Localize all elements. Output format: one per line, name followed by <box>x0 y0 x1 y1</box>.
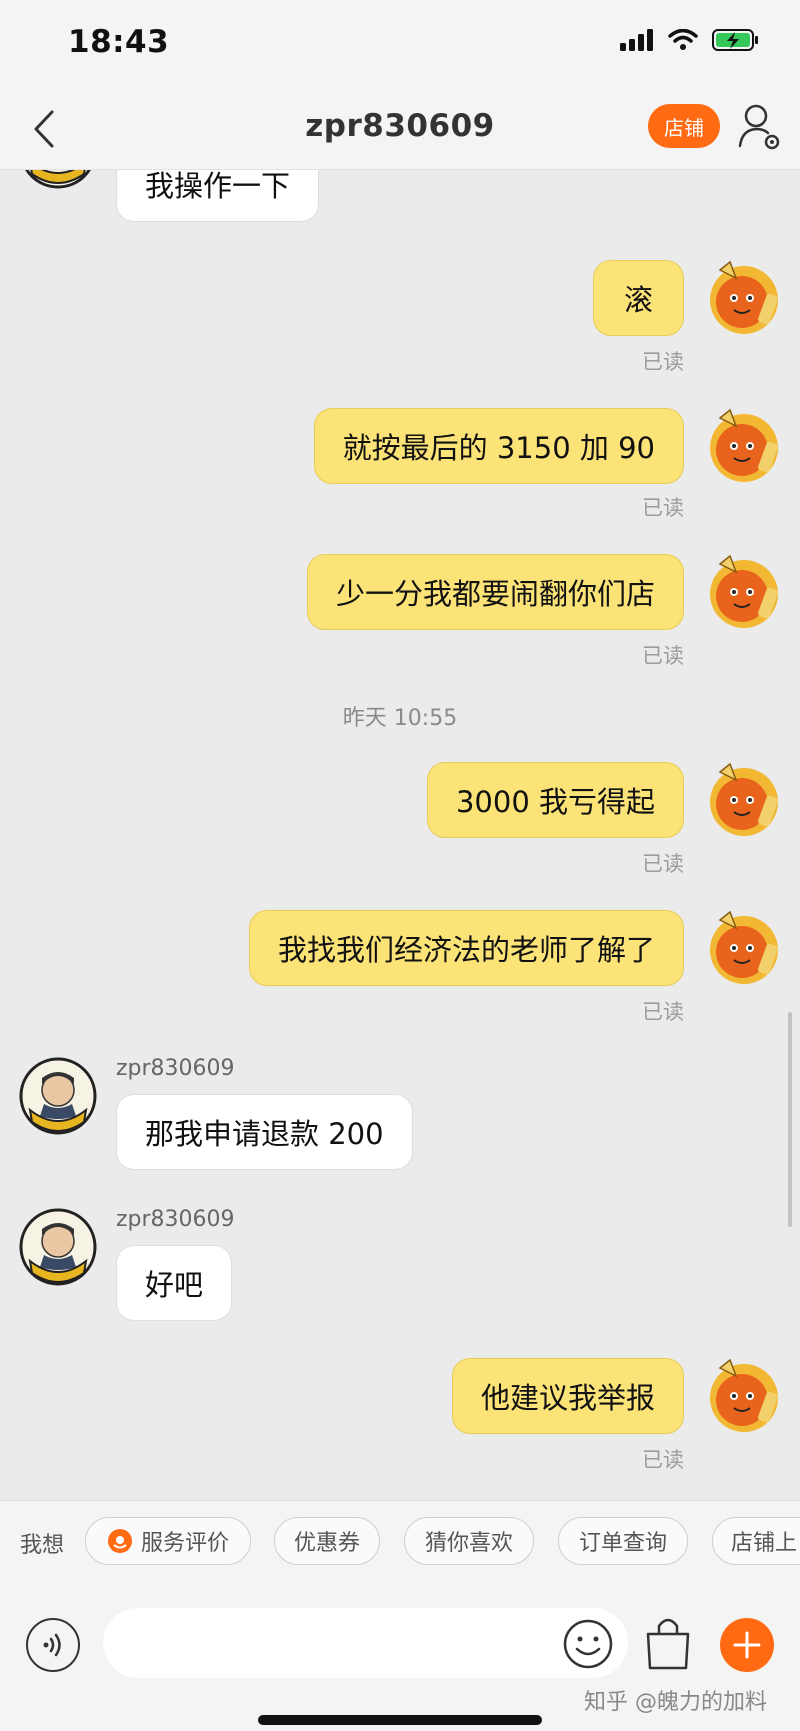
more-options-button[interactable] <box>720 1618 774 1672</box>
orange-mascot-avatar-icon <box>710 762 778 836</box>
input-bar: 知乎 @魄力的加料 <box>0 1586 800 1731</box>
read-receipt: 已读 <box>642 496 684 520</box>
boxer-avatar-icon <box>19 1208 97 1286</box>
message-bubble-outgoing[interactable]: 滚 <box>593 260 684 336</box>
status-bar: 18:43 <box>0 0 800 88</box>
sender-name: zpr830609 <box>116 1056 235 1081</box>
read-receipt: 已读 <box>642 852 684 876</box>
sender-name: zpr830609 <box>116 1207 235 1232</box>
watermark: 知乎 @魄力的加料 <box>584 1690 767 1715</box>
message-bubble-outgoing[interactable]: 3000 我亏得起 <box>426 762 684 838</box>
my-avatar[interactable] <box>702 552 782 632</box>
emoji-icon[interactable] <box>562 1618 614 1670</box>
chip-guess-you-like[interactable]: 猜你喜欢 <box>404 1517 534 1565</box>
orange-mascot-avatar-icon <box>710 910 778 984</box>
nav-bar: zpr830609 店铺 <box>0 88 800 170</box>
my-avatar[interactable] <box>702 1356 782 1436</box>
chip-order-query[interactable]: 订单查询 <box>558 1517 688 1565</box>
my-avatar[interactable] <box>702 908 782 988</box>
message-bubble-outgoing[interactable]: 我找我们经济法的老师了解了 <box>248 910 684 986</box>
message-bubble-outgoing[interactable]: 少一分我都要闹翻你们店 <box>306 554 684 630</box>
chip-label: 服务评价 <box>140 1531 229 1556</box>
chip-coupons[interactable]: 优惠券 <box>274 1517 380 1565</box>
quick-action-bar: 我想 服务评价 优惠券 猜你喜欢 订单查询 店铺上 <box>0 1500 800 1586</box>
message-bubble-outgoing[interactable]: 他建议我举报 <box>451 1358 684 1434</box>
seller-avatar[interactable] <box>18 1207 98 1287</box>
read-receipt: 已读 <box>642 1000 684 1024</box>
shop-button[interactable]: 店铺 <box>648 104 720 148</box>
chip-service-rating[interactable]: 服务评价 <box>85 1517 251 1565</box>
seller-avatar[interactable] <box>18 1056 98 1136</box>
message-bubble-incoming[interactable]: 那我申请退款 200 <box>116 1094 413 1170</box>
read-receipt: 已读 <box>642 644 684 668</box>
message-input[interactable] <box>103 1608 628 1678</box>
message-bubble-incoming[interactable]: 我操作一下 <box>116 170 320 222</box>
plus-icon <box>733 1631 761 1659</box>
read-receipt: 已读 <box>642 350 684 374</box>
shopping-bag-icon[interactable] <box>642 1614 694 1672</box>
my-avatar[interactable] <box>702 760 782 840</box>
my-avatar[interactable] <box>702 406 782 486</box>
orange-mascot-avatar-icon <box>710 1358 778 1432</box>
voice-input-button[interactable] <box>26 1618 80 1672</box>
message-bubble-incoming[interactable]: 好吧 <box>116 1245 233 1321</box>
read-receipt: 已读 <box>642 1448 684 1472</box>
boxer-avatar-icon <box>19 1057 97 1135</box>
voice-waves-icon <box>43 1633 61 1657</box>
orange-mascot-avatar-icon <box>710 554 778 628</box>
rating-flower-icon <box>107 1529 132 1553</box>
orange-mascot-avatar-icon <box>710 260 778 334</box>
status-icons <box>620 28 760 52</box>
chip-shop[interactable]: 店铺上 <box>712 1517 800 1565</box>
chat-timestamp: 昨天 10:55 <box>342 706 458 731</box>
seller-avatar[interactable] <box>18 170 98 190</box>
message-bubble-outgoing[interactable]: 就按最后的 3150 加 90 <box>313 408 684 484</box>
my-avatar[interactable] <box>702 258 782 338</box>
quick-action-label: 我想 <box>20 1533 65 1558</box>
cellular-signal-icon <box>620 29 653 51</box>
chat-scrollbar[interactable] <box>788 1012 792 1227</box>
home-indicator[interactable] <box>258 1715 542 1725</box>
wifi-icon <box>668 29 698 50</box>
user-settings-icon[interactable] <box>738 102 782 152</box>
boxer-avatar-icon <box>25 170 91 189</box>
battery-charging-icon <box>712 29 758 51</box>
orange-mascot-avatar-icon <box>710 408 778 482</box>
status-time: 18:43 <box>68 24 170 60</box>
chat-area[interactable]: 我操作一下 滚 已读 就按最后的 3150 加 90 已读 少一分我都要闹翻你们… <box>0 170 800 1500</box>
